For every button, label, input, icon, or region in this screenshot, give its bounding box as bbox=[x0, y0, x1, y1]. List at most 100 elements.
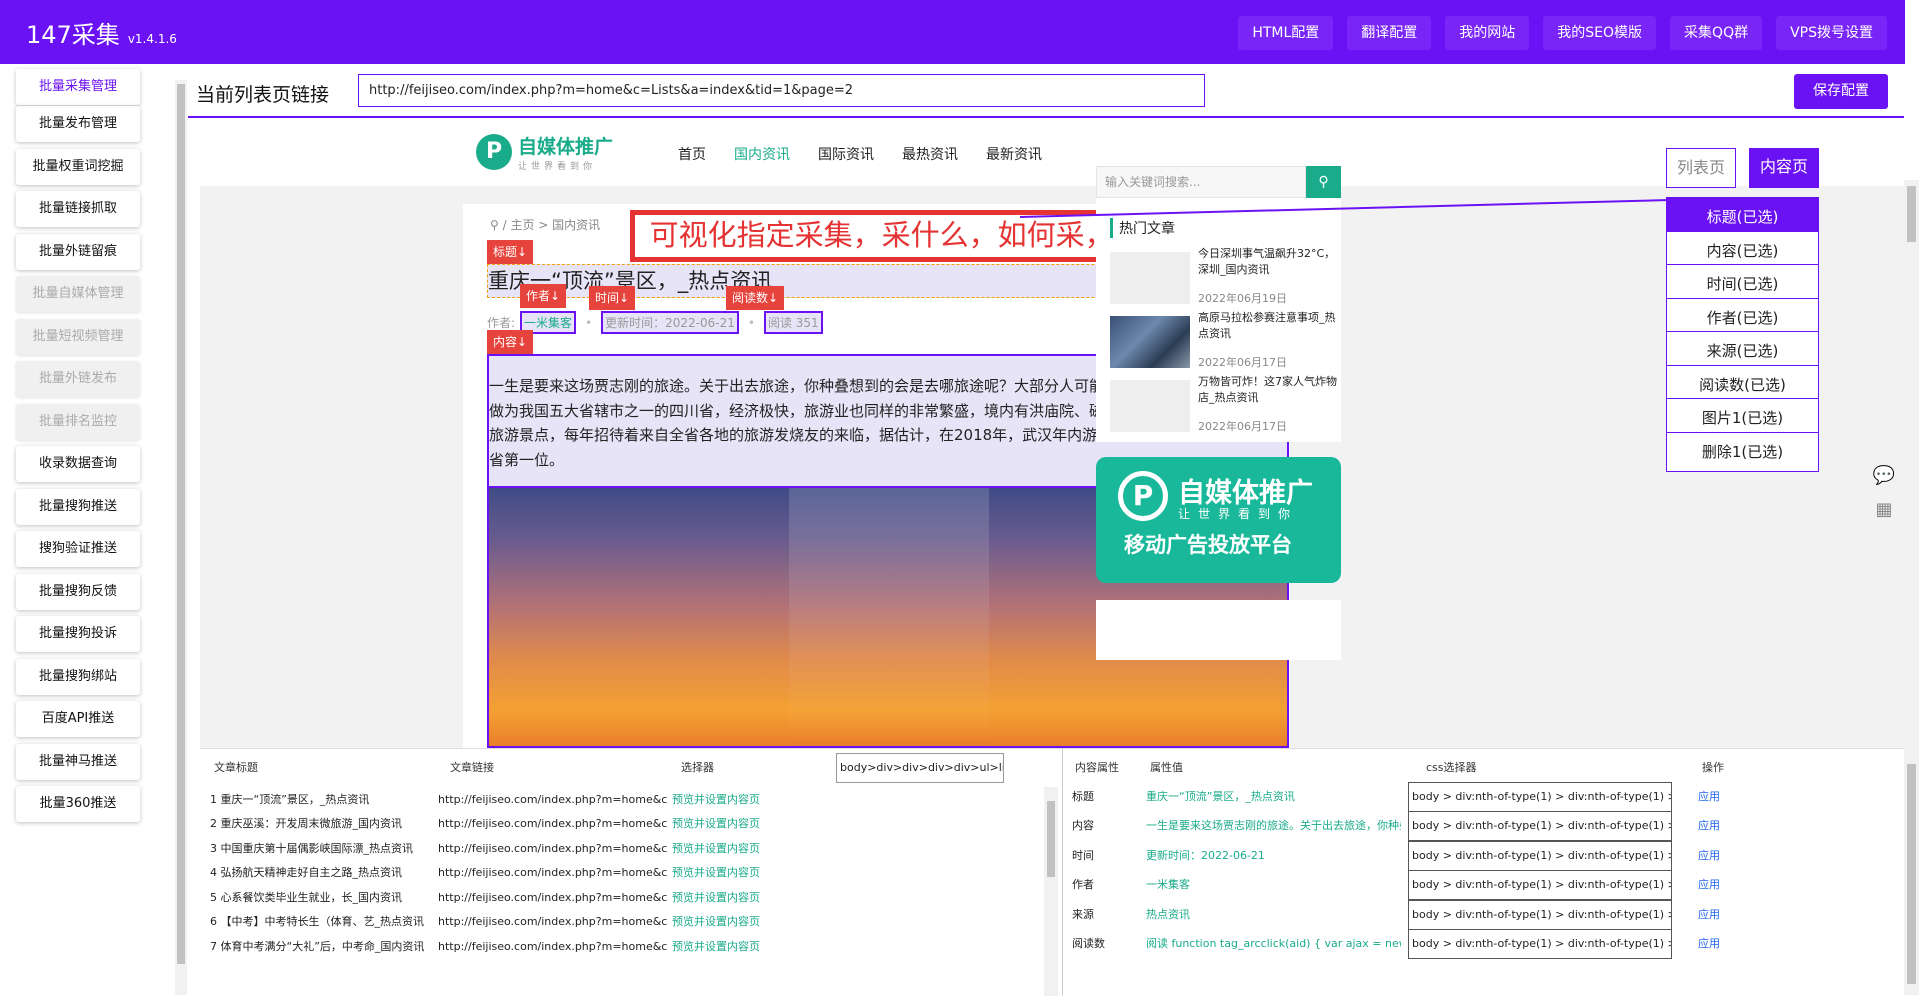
list-url-bar: 当前列表页链接 http://feijiseo.com/index.php?m=… bbox=[188, 64, 1904, 118]
sidebar-item-360-push[interactable]: 批量360推送 bbox=[16, 786, 140, 822]
sidebar-item-media-manage[interactable]: 批量自媒体管理 bbox=[16, 276, 140, 312]
sidebar-item-rank-monitor[interactable]: 批量排名监控 bbox=[16, 404, 140, 440]
field-delete1-button[interactable]: 删除1(已选) bbox=[1666, 432, 1819, 472]
hot-article-date: 2022年06月17日 bbox=[1198, 356, 1287, 369]
selector-input[interactable]: body>div>div>div>div>ul>li> bbox=[836, 753, 1004, 783]
prop-row: 阅读数 阅读 function tag_arcclick(aid) { var … bbox=[1072, 926, 1872, 962]
tag-time: 时间↓ bbox=[589, 286, 636, 310]
window-edge bbox=[1905, 0, 1919, 64]
site-nav-home[interactable]: 首页 bbox=[678, 144, 706, 164]
top-nav: HTML配置 翻译配置 我的网站 我的SEO模版 采集QQ群 VPS拨号设置 bbox=[1238, 16, 1887, 50]
nav-vps-dial[interactable]: VPS拨号设置 bbox=[1776, 16, 1887, 50]
preview-scroll-thumb[interactable] bbox=[1907, 186, 1916, 242]
row-preview-link[interactable]: 预览并设置内容页 bbox=[672, 932, 760, 962]
hot-article-thumb bbox=[1110, 380, 1190, 432]
site-nav-latest[interactable]: 最新资讯 bbox=[986, 144, 1042, 164]
sidebar-item-link-crawl[interactable]: 批量链接抓取 bbox=[16, 191, 140, 227]
header-article-title: 文章标题 bbox=[214, 761, 258, 774]
article-list-scrollbar[interactable] bbox=[1044, 787, 1058, 996]
nav-my-sites[interactable]: 我的网站 bbox=[1445, 16, 1530, 50]
search-icon[interactable]: ⚲ bbox=[1306, 166, 1341, 198]
row-title: 7 体育中考满分“大礼”后，中考命_国内资讯 bbox=[210, 940, 425, 953]
sidebar-item-sogou-feedback[interactable]: 批量搜狗反馈 bbox=[16, 574, 140, 610]
logo-text: 自媒体推广 让世界看到你 bbox=[518, 132, 613, 172]
sidebar-scroll-thumb[interactable] bbox=[177, 84, 185, 964]
sidebar-item-sogou-complaint[interactable]: 批量搜狗投诉 bbox=[16, 616, 140, 652]
list-url-label: 当前列表页链接 bbox=[196, 84, 330, 106]
sidebar-item-index-query[interactable]: 收录数据查询 bbox=[16, 446, 140, 482]
sidebar-item-sogou-push[interactable]: 批量搜狗推送 bbox=[16, 489, 140, 525]
nav-seo-template[interactable]: 我的SEO模版 bbox=[1543, 16, 1657, 50]
list-url-input[interactable]: http://feijiseo.com/index.php?m=home&c=L… bbox=[358, 74, 1205, 107]
sidebar-item-backlink-publish[interactable]: 批量外链发布 bbox=[16, 361, 140, 397]
nav-qq-group[interactable]: 采集QQ群 bbox=[1670, 16, 1763, 50]
app-brand: 147采集 v1.4.1.6 bbox=[26, 15, 177, 50]
hot-article-item[interactable]: 高原马拉松参赛注意事项_热点资讯 2022年06月17日 bbox=[1110, 310, 1336, 374]
sidebar-item-sogou-bind[interactable]: 批量搜狗绑站 bbox=[16, 659, 140, 695]
site-nav-international[interactable]: 国际资讯 bbox=[818, 144, 874, 164]
bottom-panel: 文章标题 文章链接 选择器 body>div>div>div>div>ul>li… bbox=[200, 748, 1919, 996]
sidebar-item-sogou-verify-push[interactable]: 搜狗验证推送 bbox=[16, 531, 140, 567]
sidebar-item-video-manage[interactable]: 批量短视频管理 bbox=[16, 319, 140, 355]
top-bar: 147采集 v1.4.1.6 HTML配置 翻译配置 我的网站 我的SEO模版 … bbox=[0, 0, 1919, 64]
page-preview: P 自媒体推广 让世界看到你 首页 国内资讯 国际资讯 最热资讯 最新资讯 ⚲ … bbox=[200, 118, 1904, 748]
site-logo[interactable]: P 自媒体推广 让世界看到你 bbox=[476, 132, 613, 172]
hot-article-date: 2022年06月19日 bbox=[1198, 292, 1287, 305]
hot-article-thumb bbox=[1110, 252, 1190, 304]
sidebar-item-batch-publish[interactable]: 批量发布管理 bbox=[16, 106, 140, 142]
prop-css-input[interactable]: body > div:nth-of-type(1) > div:nth-of-t… bbox=[1408, 929, 1672, 959]
list-page-mode-button[interactable]: 列表页 bbox=[1666, 148, 1736, 188]
sidebar-item-keyword-mining[interactable]: 批量权重词挖掘 bbox=[16, 149, 140, 185]
app-title: 147采集 bbox=[26, 20, 120, 49]
sidebar-scrollbar[interactable] bbox=[175, 80, 187, 995]
props-scrollbar[interactable] bbox=[1904, 748, 1919, 995]
prop-css-input[interactable]: body > div:nth-of-type(1) > div:nth-of-t… bbox=[1408, 870, 1672, 900]
sidebar: 批量采集管理 批量发布管理 批量权重词挖掘 批量链接抓取 批量外链留痕 批量自媒… bbox=[0, 64, 188, 995]
location-icon: ⚲ / bbox=[490, 218, 511, 232]
site-nav: 首页 国内资讯 国际资讯 最热资讯 最新资讯 bbox=[678, 144, 1042, 164]
ad-banner[interactable]: P 自媒体推广 让世界看到你 移动广告投放平台 bbox=[1096, 457, 1341, 583]
chat-icon[interactable]: 💬 bbox=[1870, 462, 1898, 490]
preview-scrollbar[interactable] bbox=[1904, 180, 1919, 748]
qrcode-icon[interactable]: ▦ bbox=[1870, 496, 1898, 524]
apply-link[interactable]: 应用 bbox=[1698, 926, 1720, 962]
save-config-button[interactable]: 保存配置 bbox=[1794, 74, 1888, 109]
hot-article-date: 2022年06月17日 bbox=[1198, 420, 1287, 433]
article-meta: 作者: 一米集客 • 更新时间：2022-06-21 • 阅读 351 bbox=[487, 311, 823, 334]
header-css-selector: css选择器 bbox=[1426, 761, 1477, 774]
header-operation: 操作 bbox=[1702, 761, 1724, 774]
logo-icon: P bbox=[476, 134, 512, 170]
sidebar-item-baidu-api-push[interactable]: 百度API推送 bbox=[16, 701, 140, 737]
ad-logo-icon: P bbox=[1118, 471, 1168, 521]
prop-name: 阅读数 bbox=[1072, 937, 1105, 950]
nav-translate-config[interactable]: 翻译配置 bbox=[1347, 16, 1432, 50]
tag-content: 内容↓ bbox=[487, 330, 534, 354]
hot-article-item[interactable]: 今日深圳事气温飙升32°C，深圳_国内资讯 2022年06月19日 bbox=[1110, 246, 1336, 310]
site-search-input[interactable]: 输入关键词搜索... bbox=[1096, 166, 1306, 198]
meta-dot: • bbox=[585, 315, 593, 330]
site-search: 输入关键词搜索... ⚲ bbox=[1096, 166, 1341, 198]
prop-css-input[interactable]: body > div:nth-of-type(1) > div:nth-of-t… bbox=[1408, 811, 1672, 841]
table-row[interactable]: 7 体育中考满分“大礼”后，中考命_国内资讯 http://feijiseo.c… bbox=[210, 932, 1060, 962]
ad-line: 移动广告投放平台 bbox=[1124, 533, 1292, 557]
hot-article-title: 今日深圳事气温飙升32°C，深圳_国内资讯 bbox=[1198, 247, 1336, 276]
article-list-scroll-thumb[interactable] bbox=[1047, 801, 1055, 877]
panel-divider bbox=[1062, 749, 1063, 996]
article-reads[interactable]: 阅读 351 bbox=[763, 311, 823, 334]
props-scroll-thumb[interactable] bbox=[1907, 764, 1916, 984]
tag-title: 标题↓ bbox=[487, 240, 534, 264]
site-nav-hottest[interactable]: 最热资讯 bbox=[902, 144, 958, 164]
sidebar-item-shenma-push[interactable]: 批量神马推送 bbox=[16, 744, 140, 780]
content-page-mode-button[interactable]: 内容页 bbox=[1749, 148, 1819, 188]
hot-article-title: 高原马拉松参赛注意事项_热点资讯 bbox=[1198, 311, 1336, 340]
sidebar-item-backlink-trace[interactable]: 批量外链留痕 bbox=[16, 234, 140, 270]
sidebar-item-batch-collect[interactable]: 批量采集管理 bbox=[16, 69, 140, 105]
hot-article-item[interactable]: 万物皆可炸！这7家人气炸物店_热点资讯 2022年06月17日 bbox=[1110, 374, 1337, 438]
image-light-ray bbox=[789, 488, 989, 746]
article-time[interactable]: 更新时间：2022-06-21 bbox=[601, 311, 739, 334]
logo-subtitle: 让世界看到你 bbox=[518, 162, 597, 172]
site-sidebar: 输入关键词搜索... ⚲ 热门文章 今日深圳事气温飙升32°C，深圳_国内资讯 … bbox=[1096, 166, 1341, 442]
nav-html-config[interactable]: HTML配置 bbox=[1238, 16, 1334, 50]
header-content-attr: 内容属性 bbox=[1075, 761, 1119, 774]
site-nav-domestic[interactable]: 国内资讯 bbox=[734, 144, 790, 164]
